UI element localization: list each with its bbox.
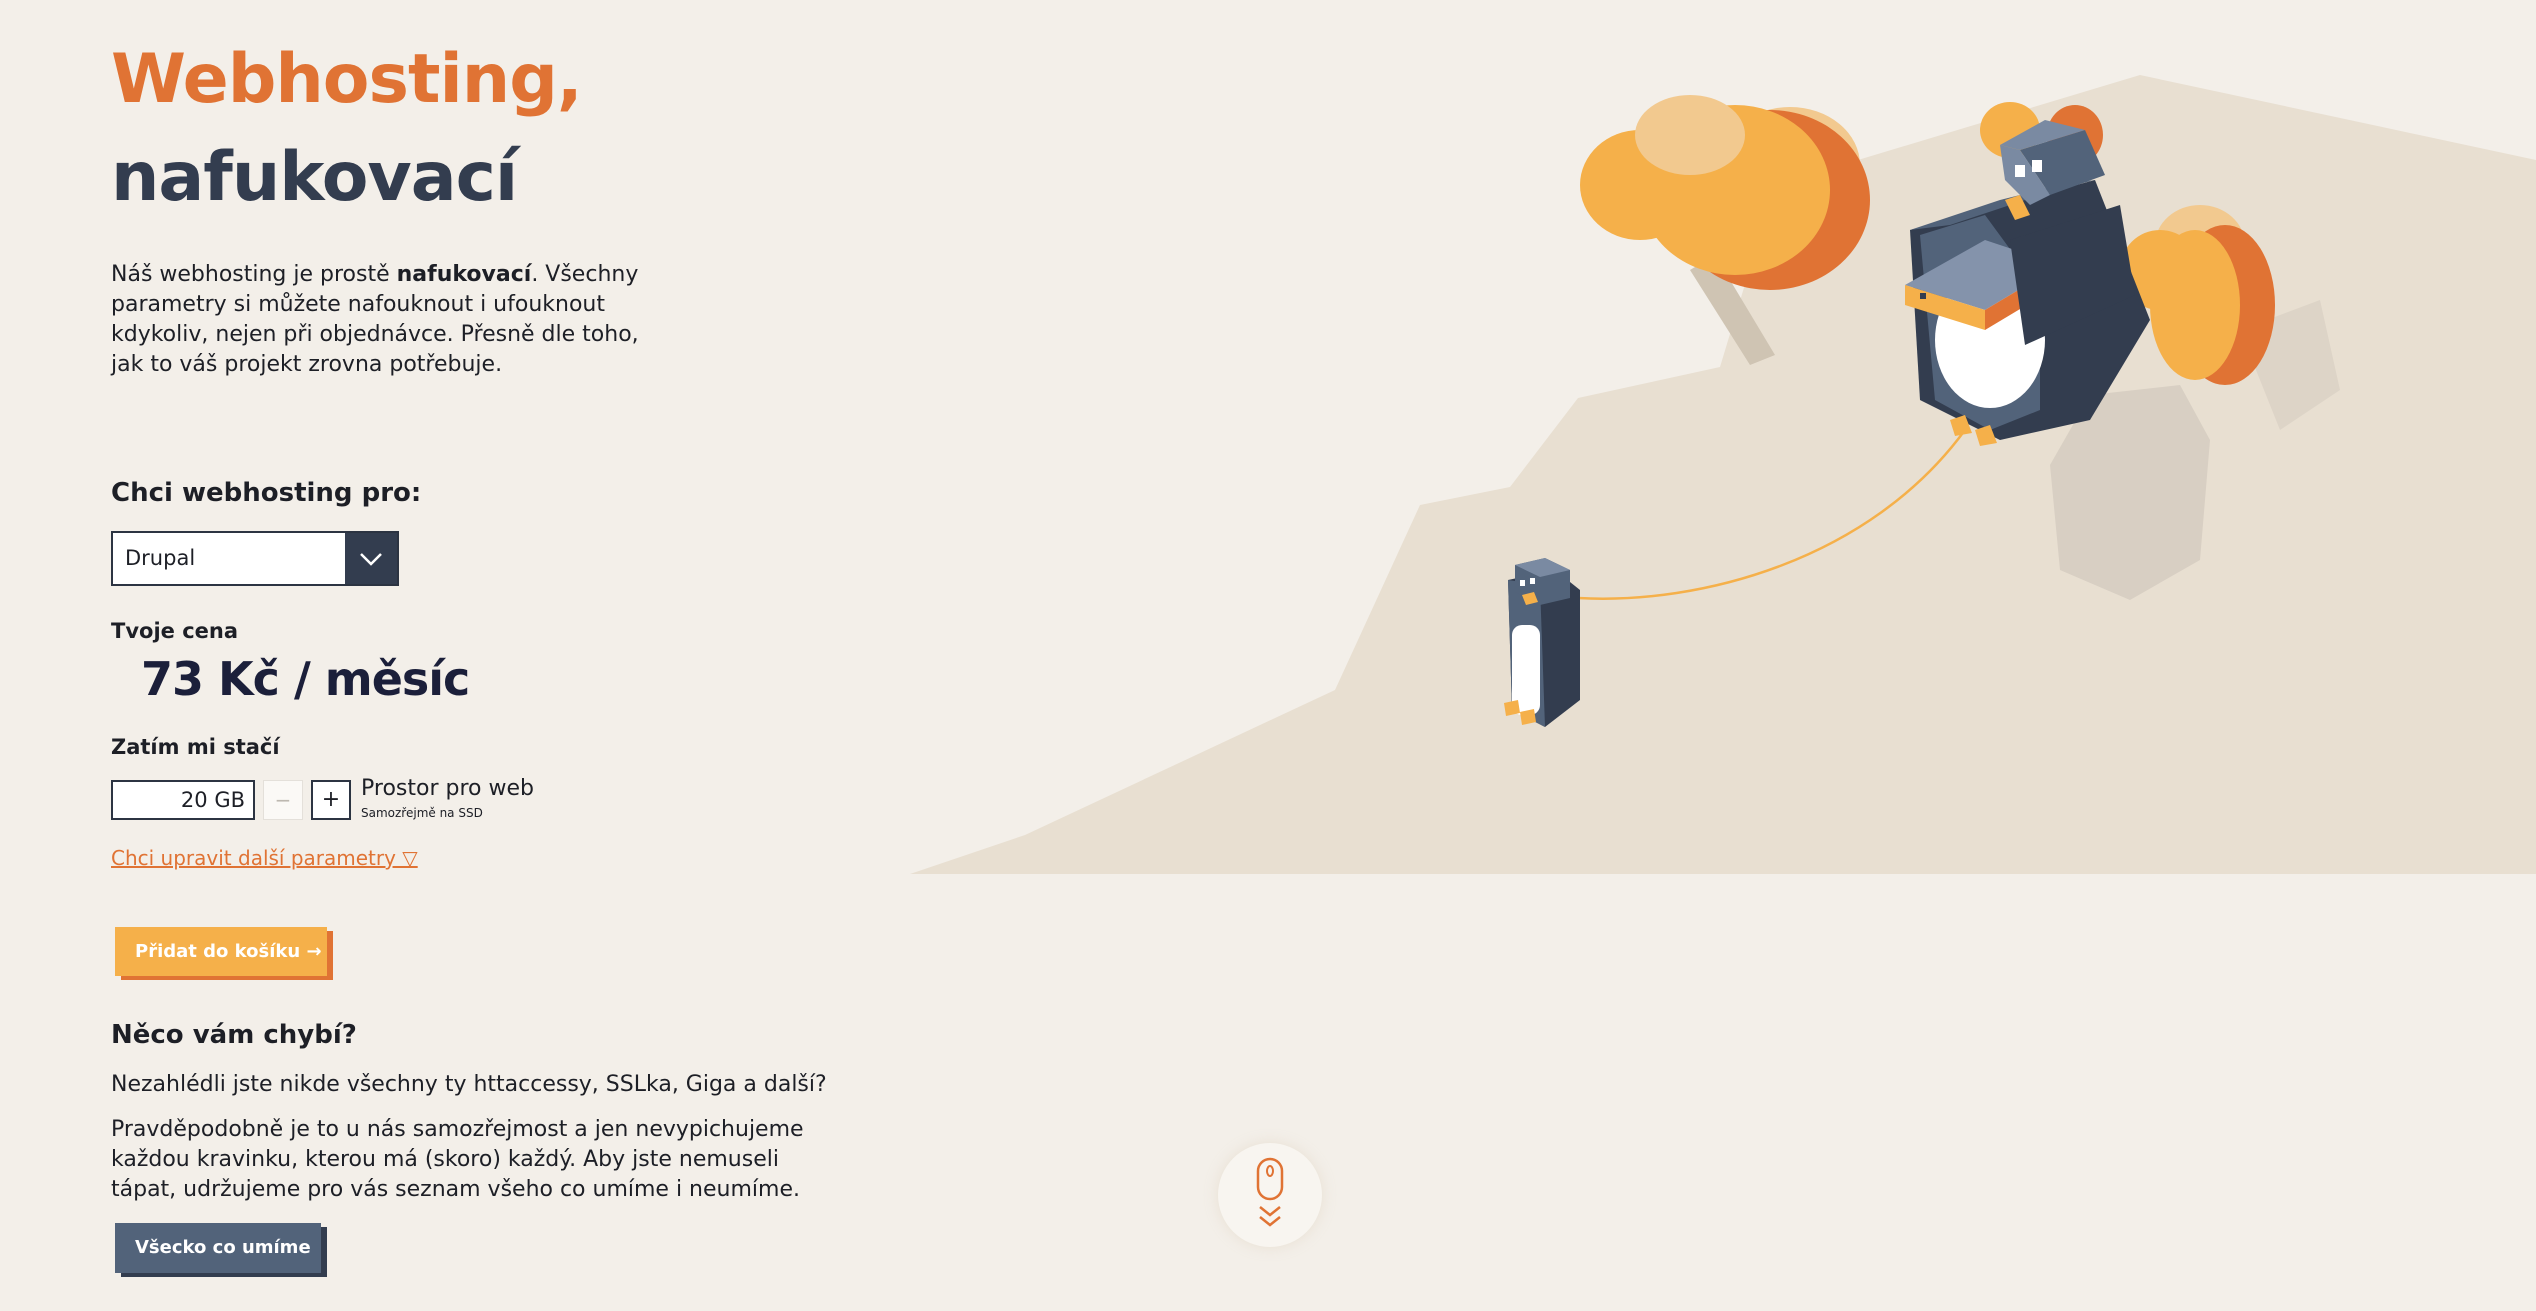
cms-select[interactable]: Drupal <box>111 531 399 586</box>
price-label: Tvoje cena <box>111 619 239 643</box>
disk-decrease-button[interactable]: − <box>263 780 303 820</box>
cms-select-label: Chci webhosting pro: <box>111 478 422 508</box>
disk-size-input[interactable] <box>111 780 255 820</box>
all-features-button[interactable]: Všecko co umíme <box>115 1223 321 1273</box>
mouse-scroll-icon[interactable] <box>1218 1143 1322 1247</box>
price-value: 73 Kč / měsíc <box>141 652 470 706</box>
missing-text-2: Pravděpodobně je to u nás samozřejmost a… <box>111 1117 804 1202</box>
disk-parameter-name: Prostor pro web <box>361 776 534 801</box>
add-to-cart-button[interactable]: Přidat do košíku → <box>115 927 327 976</box>
page-subtitle: nafukovací <box>111 138 518 217</box>
intro-part1: Náš webhosting je prostě <box>111 262 397 287</box>
chevron-down-icon[interactable] <box>345 533 397 584</box>
disk-parameter-note: Samozřejmě na SSD <box>361 806 483 820</box>
missing-text-1: Nezahlédli jste nikde všechny ty httacce… <box>111 1072 827 1097</box>
more-parameters-link[interactable]: Chci upravit další parametry ▽ <box>111 846 418 870</box>
page-title: Webhosting, <box>111 40 583 119</box>
small-penguin <box>1504 558 1580 727</box>
intro-bold: nafukovací <box>396 262 532 287</box>
cloud-left <box>1580 95 1870 290</box>
missing-title: Něco vám chybí? <box>111 1020 357 1050</box>
stay-label: Zatím mi stačí <box>111 735 280 759</box>
cms-select-value: Drupal <box>125 546 196 570</box>
intro-text: Náš webhosting je prostě nafukovací. Vše… <box>111 260 641 380</box>
disk-increase-button[interactable]: + <box>311 780 351 820</box>
